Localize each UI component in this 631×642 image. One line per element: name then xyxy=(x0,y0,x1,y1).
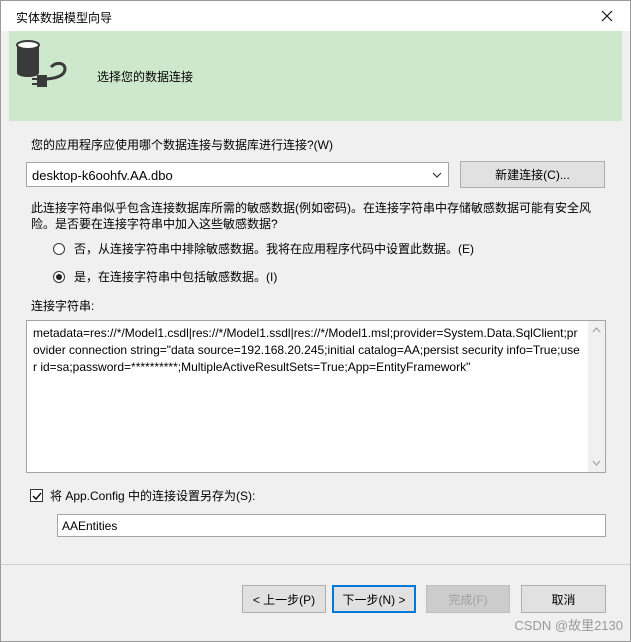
scroll-up-icon[interactable] xyxy=(592,327,601,333)
save-settings-checkbox[interactable] xyxy=(30,489,43,502)
close-button[interactable] xyxy=(584,1,630,31)
scroll-down-icon[interactable] xyxy=(592,460,601,466)
database-connection-icon xyxy=(16,40,67,87)
radio-exclude-label: 否，从连接字符串中排除敏感数据。我将在应用程序代码中设置此数据。(E) xyxy=(74,242,474,256)
radio-include[interactable] xyxy=(53,270,65,283)
banner-title: 选择您的数据连接 xyxy=(97,70,194,84)
radio-include-option[interactable]: 是，在连接字符串中包括敏感数据。(I) xyxy=(53,268,277,285)
footer-divider xyxy=(1,564,630,565)
new-connection-button[interactable]: 新建连接(C)... xyxy=(460,161,605,188)
title-bar: 实体数据模型向导 xyxy=(1,1,630,31)
finish-button[interactable]: 完成(F) xyxy=(426,585,510,613)
wizard-window: 实体数据模型向导 选择您的数据连接 您的应用程序应使用哪个数据连接与数据库进行连… xyxy=(0,0,631,642)
radio-exclude-option[interactable]: 否，从连接字符串中排除敏感数据。我将在应用程序代码中设置此数据。(E) xyxy=(53,240,474,257)
header-banner: 选择您的数据连接 xyxy=(9,31,622,121)
connection-select-value: desktop-k6oohfv.AA.dbo xyxy=(32,168,173,183)
watermark: CSDN @故里2130 xyxy=(514,618,623,633)
connection-string-label: 连接字符串: xyxy=(31,299,95,313)
connection-select[interactable]: desktop-k6oohfv.AA.dbo xyxy=(26,162,449,187)
connection-string-text: metadata=res://*/Model1.csdl|res://*/Mod… xyxy=(33,326,580,374)
connection-question-label: 您的应用程序应使用哪个数据连接与数据库进行连接?(W) xyxy=(31,138,333,152)
cancel-button[interactable]: 取消 xyxy=(521,585,606,613)
save-settings-option[interactable]: 将 App.Config 中的连接设置另存为(S): xyxy=(30,487,255,504)
entity-name-input[interactable]: AAEntities xyxy=(57,514,606,537)
checkmark-icon xyxy=(31,492,42,500)
save-settings-label: 将 App.Config 中的连接设置另存为(S): xyxy=(50,489,256,503)
connection-string-textarea[interactable]: metadata=res://*/Model1.csdl|res://*/Mod… xyxy=(26,320,606,473)
chevron-down-icon xyxy=(432,172,442,178)
previous-button[interactable]: < 上一步(P) xyxy=(242,585,326,613)
sensitive-data-warning: 此连接字符串似乎包含连接数据库所需的敏感数据(例如密码)。在连接字符串中存储敏感… xyxy=(31,201,591,231)
window-title: 实体数据模型向导 xyxy=(16,11,113,25)
radio-include-label: 是，在连接字符串中包括敏感数据。(I) xyxy=(74,270,278,284)
radio-exclude[interactable] xyxy=(53,242,65,255)
vertical-scrollbar[interactable] xyxy=(588,321,605,472)
close-icon xyxy=(601,10,613,22)
next-button[interactable]: 下一步(N) > xyxy=(332,585,416,613)
